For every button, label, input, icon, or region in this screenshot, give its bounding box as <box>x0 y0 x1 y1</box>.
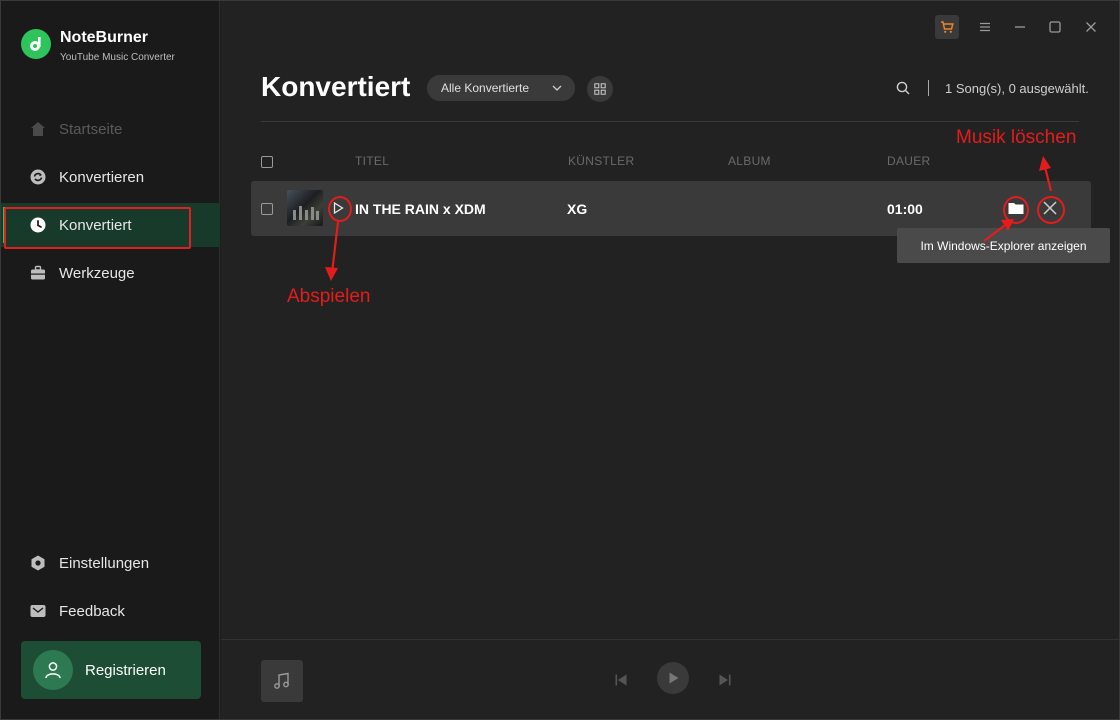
register-label: Registrieren <box>85 661 166 679</box>
divider <box>261 121 1079 122</box>
maximize-button[interactable] <box>1043 15 1067 39</box>
music-note-icon <box>274 672 289 689</box>
sidebar-item-label: Werkzeuge <box>59 264 135 282</box>
skip-forward-icon <box>719 674 731 686</box>
register-button[interactable]: Registrieren <box>21 641 201 699</box>
skip-back-icon <box>615 674 627 686</box>
tooltip: Im Windows-Explorer anzeigen <box>897 228 1110 263</box>
select-all-checkbox[interactable] <box>261 156 273 168</box>
sidebar-item-label: Konvertieren <box>59 168 145 186</box>
sidebar-item-feedback[interactable]: Feedback <box>1 589 220 633</box>
sidebar-item-werkzeuge[interactable]: Werkzeuge <box>1 251 220 295</box>
row-checkbox[interactable] <box>261 203 273 215</box>
player-bar <box>221 639 1119 719</box>
app-name: NoteBurner <box>60 29 149 46</box>
sidebar-item-einstellungen[interactable]: Einstellungen <box>1 541 220 585</box>
divider <box>928 80 929 96</box>
delete-annotation-label: Musik löschen <box>956 127 1077 148</box>
gear-icon <box>29 554 47 572</box>
toolbox-icon <box>29 264 47 282</box>
column-artist[interactable]: KÜNSTLER <box>568 154 634 168</box>
folder-annotation-ring <box>1003 196 1029 224</box>
play-button[interactable] <box>657 662 689 694</box>
minimize-icon <box>1015 26 1025 28</box>
song-duration: 01:00 <box>887 201 923 217</box>
sidebar-item-label: Feedback <box>59 602 125 620</box>
sidebar-item-startseite[interactable]: Startseite <box>1 107 220 151</box>
chevron-down-icon <box>552 85 562 91</box>
minimize-button[interactable] <box>1008 15 1032 39</box>
play-annotation-ring <box>328 196 352 222</box>
cart-icon <box>941 21 954 33</box>
sidebar-item-label: Einstellungen <box>59 554 150 572</box>
column-title[interactable]: TITEL <box>355 154 389 168</box>
song-artist: XG <box>567 201 588 217</box>
home-icon <box>29 120 47 138</box>
column-duration[interactable]: DAUER <box>887 154 931 168</box>
album-cover <box>287 190 323 226</box>
user-icon <box>33 650 73 690</box>
play-annotation-label: Abspielen <box>287 286 371 307</box>
main-panel: Konvertiert Alle Konvertierte 1 Song(s),… <box>221 1 1119 719</box>
close-icon <box>1086 22 1096 32</box>
sidebar-item-label: Startseite <box>59 120 123 138</box>
refresh-icon <box>29 168 47 186</box>
noteburner-logo-icon <box>21 29 51 59</box>
filter-dropdown[interactable]: Alle Konvertierte <box>427 75 575 101</box>
menu-button[interactable] <box>973 15 997 39</box>
page-title: Konvertiert <box>261 71 411 102</box>
hamburger-icon <box>980 22 990 32</box>
highlight-annotation-box <box>4 207 191 249</box>
close-window-button[interactable] <box>1079 15 1103 39</box>
delete-annotation-ring <box>1037 196 1065 224</box>
search-icon[interactable] <box>896 81 910 95</box>
mail-icon <box>29 602 47 620</box>
brand: NoteBurner YouTube Music Converter <box>21 29 175 64</box>
app-window: NoteBurner YouTube Music Converter Start… <box>0 0 1120 720</box>
app-subtitle: YouTube Music Converter <box>60 52 175 63</box>
now-playing-cover <box>261 660 303 702</box>
column-album[interactable]: ALBUM <box>728 154 771 168</box>
grid-icon <box>594 83 606 95</box>
maximize-icon <box>1049 21 1061 33</box>
song-title: IN THE RAIN x XDM <box>355 201 486 217</box>
next-button[interactable] <box>715 670 735 690</box>
play-icon <box>669 672 679 684</box>
annotation-arrows <box>325 156 1053 281</box>
previous-button[interactable] <box>611 670 631 690</box>
sidebar: NoteBurner YouTube Music Converter Start… <box>1 1 220 719</box>
filter-label: Alle Konvertierte <box>441 81 530 95</box>
cart-button[interactable] <box>935 15 959 39</box>
grid-view-button[interactable] <box>587 76 613 102</box>
song-count: 1 Song(s), 0 ausgewählt. <box>945 81 1089 96</box>
sidebar-item-konvertieren[interactable]: Konvertieren <box>1 155 220 199</box>
